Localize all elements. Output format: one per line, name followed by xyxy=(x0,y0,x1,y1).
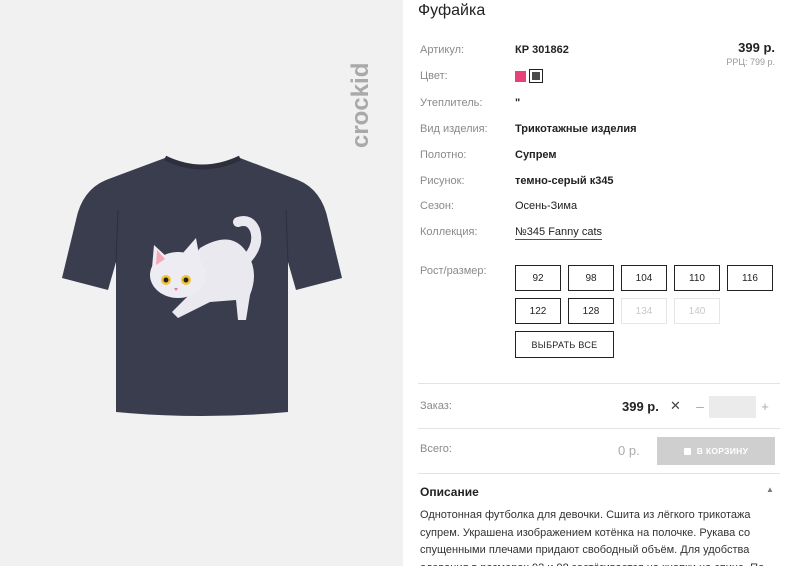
print-label: Рисунок: xyxy=(420,175,465,187)
fabric-value: Супрем xyxy=(515,149,557,161)
article-value: КР 301862 xyxy=(515,44,569,56)
add-to-cart-button[interactable]: В КОРЗИНУ xyxy=(657,437,775,465)
size-button-116[interactable]: 116 xyxy=(727,265,773,291)
season-value: Осень-Зима xyxy=(515,200,578,212)
size-button-134-unavailable: 134 xyxy=(621,298,667,324)
brand-logo-text: crockid xyxy=(347,63,374,148)
description-text: Однотонная футболка для девочки. Сшита и… xyxy=(420,509,764,566)
total-value: 0 р. xyxy=(618,443,640,458)
quantity-increase-button[interactable]: + xyxy=(758,396,772,416)
color-label: Цвет: xyxy=(420,70,448,82)
product-price: 399 р. xyxy=(738,40,775,55)
season-label: Сезон: xyxy=(420,200,454,212)
order-price: 399 р. xyxy=(622,399,659,414)
brand-logo: crockid xyxy=(346,30,376,150)
article-label: Артикул: xyxy=(420,44,465,56)
type-value: Трикотажные изделия xyxy=(515,123,637,135)
divider xyxy=(418,383,780,384)
product-image[interactable] xyxy=(60,150,345,420)
color-swatch-pink[interactable] xyxy=(515,71,526,82)
size-button-104[interactable]: 104 xyxy=(621,265,667,291)
description-heading[interactable]: Описание xyxy=(420,485,479,499)
collection-label: Коллекция: xyxy=(420,226,478,238)
divider xyxy=(418,473,780,474)
recommended-retail-price: РРЦ: 799 р. xyxy=(726,57,775,67)
print-value: темно-серый к345 xyxy=(515,175,614,187)
type-label: Вид изделия: xyxy=(420,123,488,135)
quantity-decrease-button[interactable]: – xyxy=(692,396,708,416)
total-label: Всего: xyxy=(420,443,452,455)
size-button-92[interactable]: 92 xyxy=(515,265,561,291)
size-button-98[interactable]: 98 xyxy=(568,265,614,291)
divider xyxy=(418,428,780,429)
select-all-sizes-button[interactable]: ВЫБРАТЬ ВСЕ xyxy=(515,331,614,358)
cart-bag-icon xyxy=(683,447,691,455)
insulation-label: Утеплитель: xyxy=(420,97,483,109)
size-button-110[interactable]: 110 xyxy=(674,265,720,291)
add-to-cart-label: В КОРЗИНУ xyxy=(696,446,749,456)
order-label: Заказ: xyxy=(420,400,452,412)
collection-link[interactable]: №345 Fanny cats xyxy=(515,226,603,240)
quantity-input[interactable] xyxy=(709,396,756,418)
product-title: Фуфайка xyxy=(418,2,486,19)
insulation-value: " xyxy=(515,97,521,109)
times-icon: ✕ xyxy=(670,398,681,413)
size-button-128[interactable]: 128 xyxy=(568,298,614,324)
color-swatch-dark-selected[interactable] xyxy=(529,69,543,83)
size-button-122[interactable]: 122 xyxy=(515,298,561,324)
color-swatch-dark-fill xyxy=(532,72,540,80)
collapse-arrow-icon[interactable]: ▲ xyxy=(766,485,774,494)
fabric-label: Полотно: xyxy=(420,149,467,161)
product-gallery: crockid xyxy=(0,0,403,566)
size-button-140-unavailable: 140 xyxy=(674,298,720,324)
size-label: Рост/размер: xyxy=(420,265,487,277)
